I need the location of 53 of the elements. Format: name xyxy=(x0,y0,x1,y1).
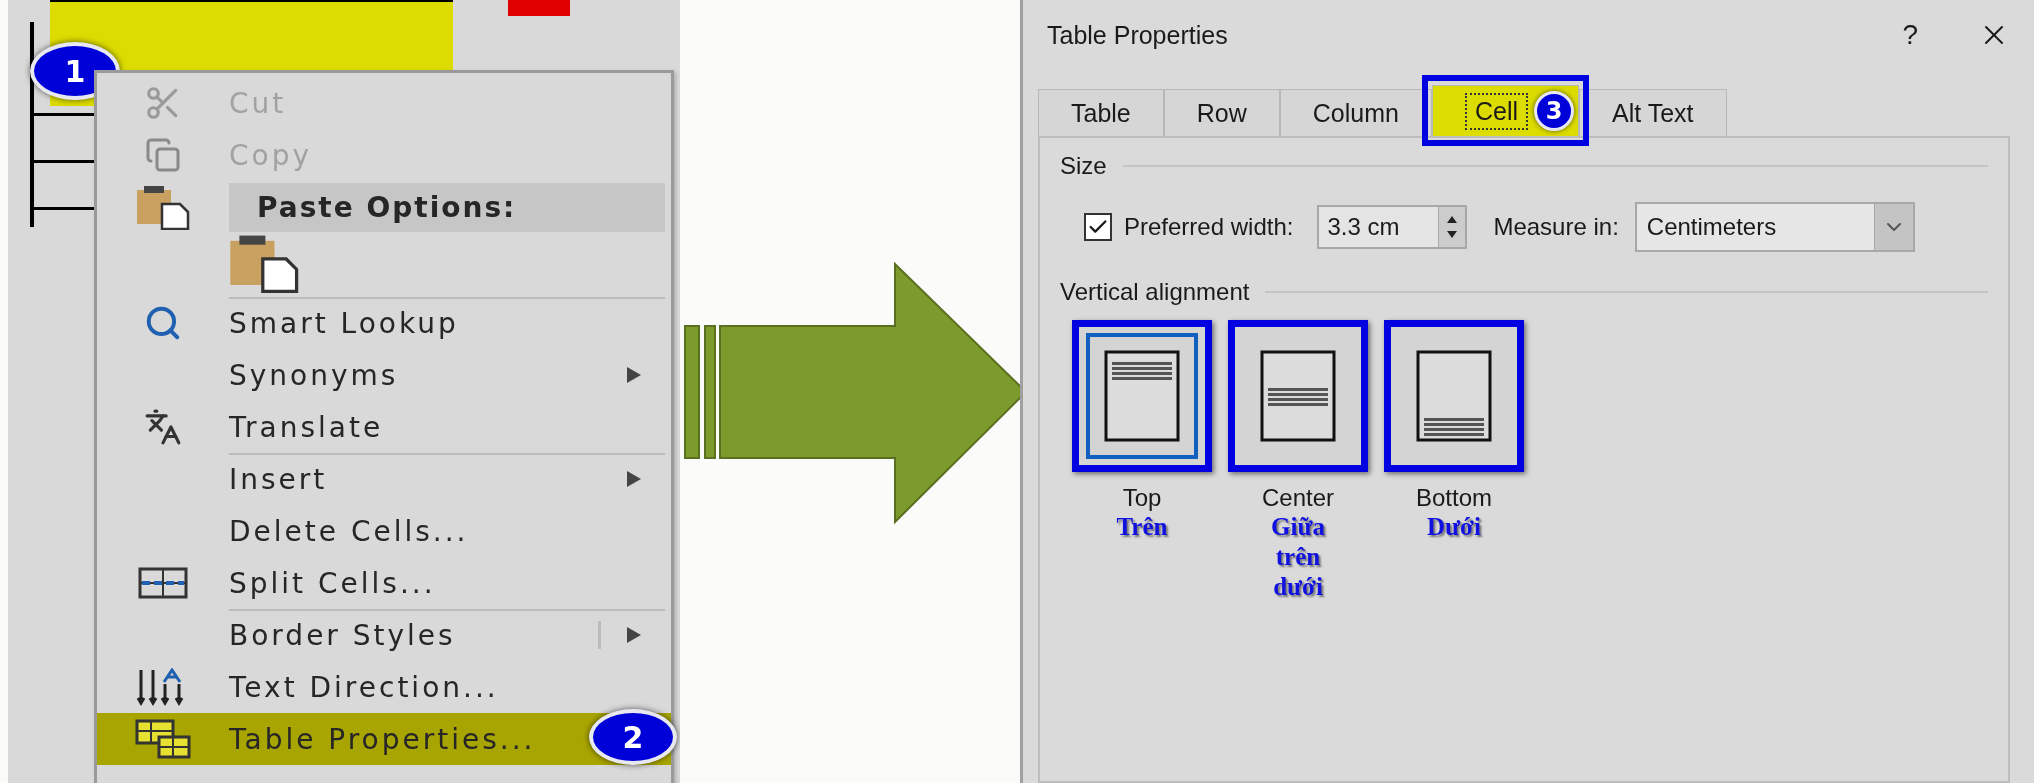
window-title: Table Properties xyxy=(1047,20,1229,50)
menu-item[interactable]: Delete Cells... xyxy=(97,505,671,557)
alignment-button[interactable] xyxy=(1228,320,1368,472)
menu-header: Paste Options: xyxy=(229,182,665,232)
field-label: Preferred width: xyxy=(1124,213,1294,241)
menu-item[interactable]: Paste Options: xyxy=(97,181,671,233)
alignment-label: Bottom xyxy=(1416,484,1492,512)
tab[interactable]: Alt Text xyxy=(1579,89,1727,136)
page-alignment-icon xyxy=(1260,350,1336,442)
alignment-button[interactable] xyxy=(1384,320,1524,472)
menu-item[interactable]: Smart Lookup xyxy=(97,297,671,349)
menu-item[interactable]: Translate xyxy=(97,401,671,453)
tab[interactable]: Row xyxy=(1163,89,1280,136)
annotation-note: Trên xyxy=(1116,512,1168,542)
menu-label: Border Styles xyxy=(229,618,456,652)
copy-icon xyxy=(145,137,181,173)
tab[interactable]: Table xyxy=(1038,89,1164,136)
step-badge: 3 xyxy=(1534,91,1574,131)
width-spin-field[interactable]: 3.3 cm xyxy=(1317,205,1468,249)
checkbox[interactable] xyxy=(1084,213,1112,241)
menu-label: Text Direction... xyxy=(229,670,499,704)
menu-label: Delete Cells... xyxy=(229,514,469,548)
table-icon xyxy=(138,567,188,599)
tab[interactable]: Column xyxy=(1279,89,1432,136)
measure-dropdown[interactable]: Centimeters xyxy=(1634,202,1915,252)
menu-label: Smart Lookup xyxy=(229,306,459,340)
help-button[interactable]: ? xyxy=(1902,19,1918,51)
step-badge: 2 xyxy=(589,709,677,765)
page-alignment-icon xyxy=(1104,350,1180,442)
menu-label: Insert xyxy=(229,462,328,496)
table-properties-icon xyxy=(135,719,191,759)
spin-arrows-icon[interactable] xyxy=(1438,207,1466,247)
menu-label: Table Properties... xyxy=(229,722,536,756)
menu-item[interactable]: Synonyms xyxy=(97,349,671,401)
menu-label: Synonyms xyxy=(229,358,399,392)
alignment-label: Top xyxy=(1122,484,1162,512)
page-alignment-icon xyxy=(1416,350,1492,442)
annotation-note: Dưới xyxy=(1427,512,1481,542)
menu-item[interactable]: Split Cells... xyxy=(97,557,671,609)
section-heading: Vertical alignment xyxy=(1060,278,1250,306)
menu-label: Split Cells... xyxy=(229,566,436,600)
clipboard-icon xyxy=(136,184,190,230)
alignment-label: Center xyxy=(1261,484,1334,512)
paste-option-icon xyxy=(229,233,300,293)
menu-item[interactable]: Border Styles xyxy=(97,609,671,661)
section-heading: Size xyxy=(1060,152,1107,180)
alignment-button[interactable] xyxy=(1072,320,1212,472)
search-icon xyxy=(144,304,182,342)
menu-item[interactable]: Insert xyxy=(97,453,671,505)
translate-icon xyxy=(144,408,182,446)
annotation-note: Giữa trên dưới xyxy=(1270,512,1326,602)
menu-label: Translate xyxy=(229,410,384,444)
field-label: Measure in: xyxy=(1493,213,1619,241)
